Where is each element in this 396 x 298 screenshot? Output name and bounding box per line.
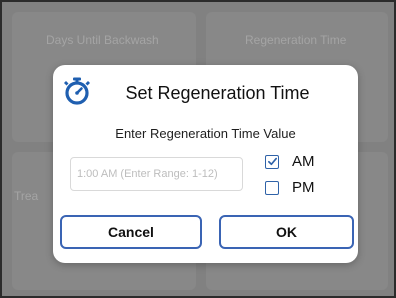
dialog-title: Set Regeneration Time [125,83,310,103]
pm-checkbox[interactable] [265,180,279,195]
pm-label: PM [292,179,315,196]
am-option[interactable]: AM [265,153,315,170]
dialog-prompt: Enter Regeneration Time Value [115,126,296,141]
checkmark-icon [267,157,277,166]
cancel-button[interactable]: Cancel [60,215,202,249]
am-checkbox[interactable] [265,154,279,169]
app-screen: Days Until Backwash Regeneration Time Tr… [0,0,396,298]
regeneration-time-input[interactable] [70,157,243,191]
pm-option[interactable]: PM [265,179,315,196]
ok-button[interactable]: OK [219,215,354,249]
am-label: AM [292,153,315,170]
set-regeneration-time-dialog: Set Regeneration Time Enter Regeneration… [53,65,358,263]
